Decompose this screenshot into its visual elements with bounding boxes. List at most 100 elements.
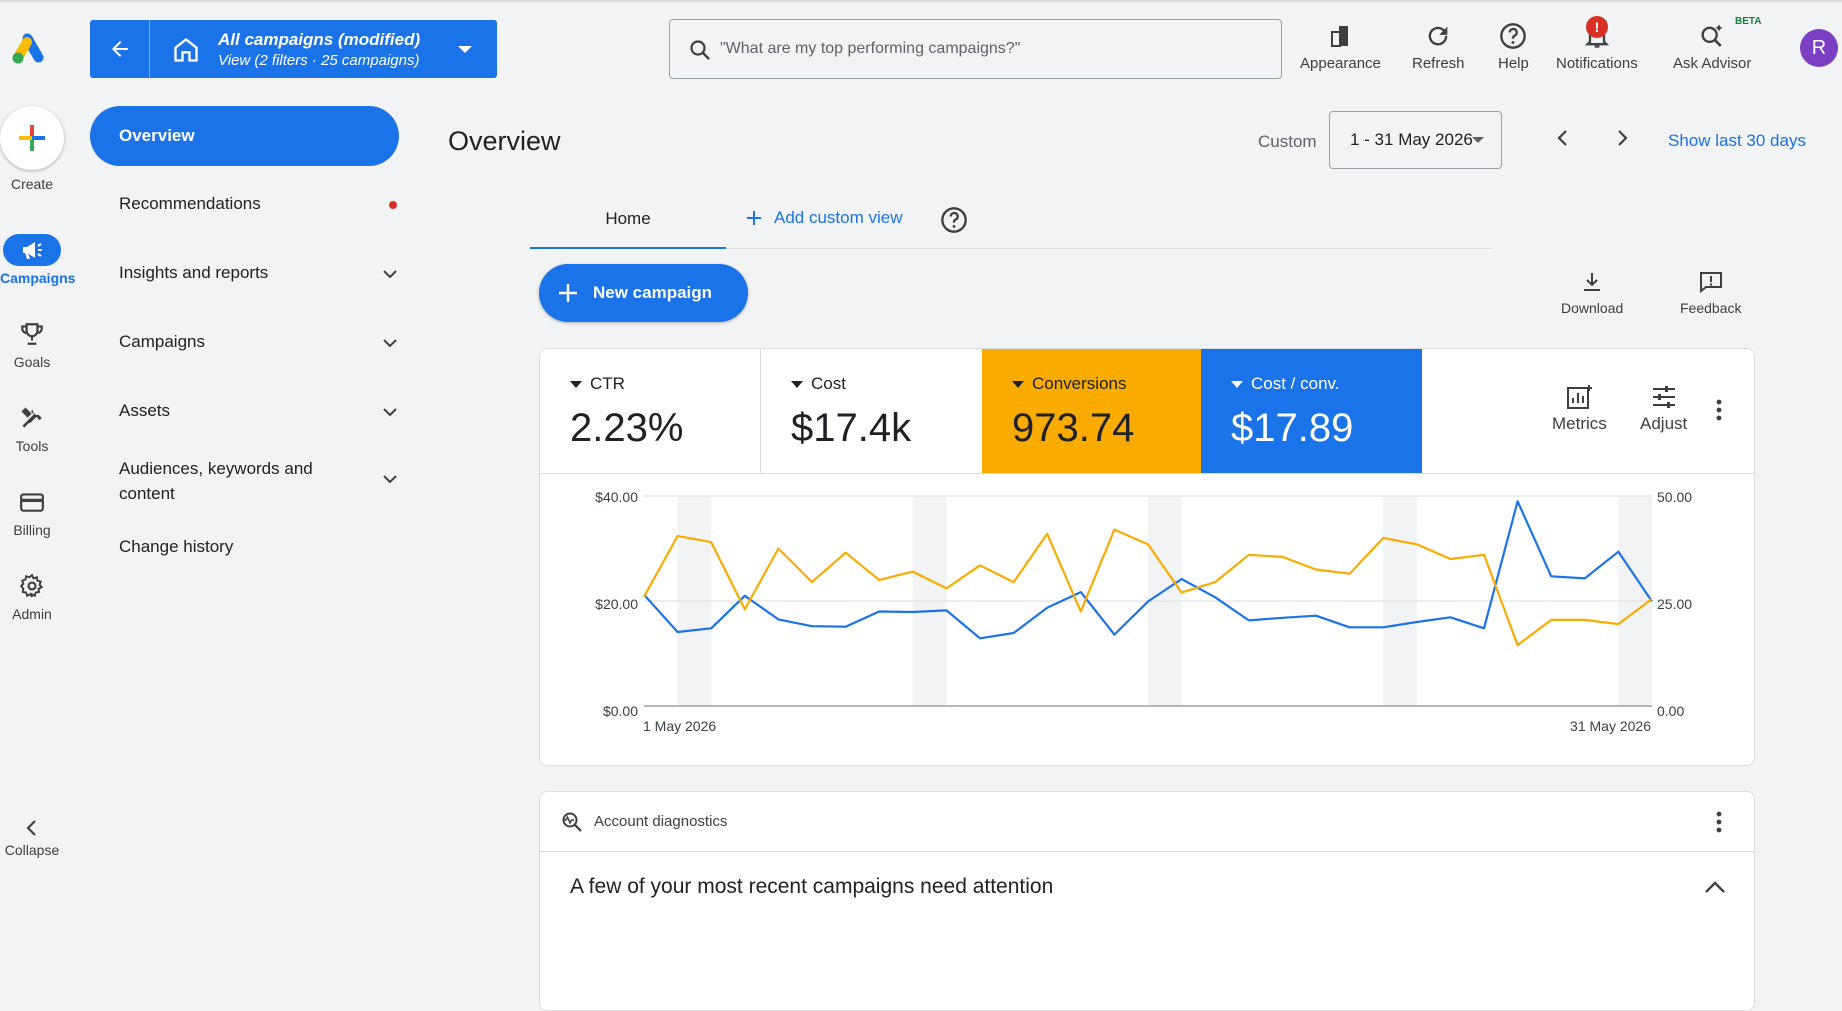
notifications-button[interactable]: ! Notifications <box>1556 16 1638 72</box>
feedback-label: Feedback <box>1680 300 1742 316</box>
add-custom-view-label: Add custom view <box>774 208 903 227</box>
metrics-button[interactable]: Metrics <box>1552 384 1607 434</box>
chevron-left-icon[interactable] <box>1553 128 1573 148</box>
nav-item-audiences[interactable]: Audiences, keywords and content <box>119 456 399 506</box>
advisor-icon <box>1701 24 1723 47</box>
x-tick-start: 1 May 2026 <box>643 718 716 734</box>
billing-icon <box>20 493 44 512</box>
ask-advisor-button[interactable]: BETA Ask Advisor <box>1673 16 1761 72</box>
download-icon <box>1584 273 1601 291</box>
nav-label: Assets <box>119 401 171 420</box>
chevron-down-icon <box>383 408 397 417</box>
account-subtitle: View (2 filters · 25 campaigns) <box>218 52 420 69</box>
collapse-button[interactable]: Collapse <box>0 818 64 858</box>
nav-item-recommendations[interactable]: Recommendations <box>119 194 399 214</box>
diagnostics-icon <box>562 812 582 832</box>
nav-item-insights[interactable]: Insights and reports <box>119 263 399 283</box>
chevron-up-icon[interactable] <box>1704 880 1726 894</box>
diagnostics-header[interactable]: Account diagnostics <box>540 792 1754 852</box>
show-last-30-days-link[interactable]: Show last 30 days <box>1668 131 1806 151</box>
tools-icon <box>21 407 42 428</box>
nav-item-campaigns[interactable]: Campaigns <box>119 332 399 352</box>
notifications-label: Notifications <box>1556 55 1638 72</box>
nav-item-change-history[interactable]: Change history <box>119 537 399 557</box>
tune-icon <box>1652 386 1675 408</box>
megaphone-icon <box>23 242 42 259</box>
metrics-label: Metrics <box>1552 414 1607 433</box>
beta-tag: BETA <box>1735 16 1762 27</box>
more-vert-icon[interactable] <box>1716 811 1722 833</box>
metric-label: Conversions <box>1032 374 1127 393</box>
appearance-button[interactable]: Appearance <box>1300 22 1381 72</box>
chevron-down-icon[interactable] <box>458 46 472 53</box>
more-vert-icon[interactable] <box>1716 399 1722 421</box>
nav-label: Campaigns <box>119 332 205 351</box>
add-custom-view-button[interactable]: Add custom view <box>746 208 903 228</box>
rail-item-admin[interactable]: Admin <box>0 570 64 622</box>
account-selector[interactable]: All campaigns (modified) View (2 filters… <box>90 20 497 78</box>
search-box[interactable] <box>669 19 1282 79</box>
metric-label: Cost <box>811 374 846 393</box>
metrics-icon <box>1567 385 1593 409</box>
ask-advisor-label: Ask Advisor <box>1673 55 1752 72</box>
chevron-left-icon <box>26 820 36 836</box>
metric-tile-cost[interactable]: Cost $17.4k <box>761 349 982 473</box>
create-label: Create <box>10 176 54 192</box>
nav-label: Recommendations <box>119 194 261 213</box>
arrow-back-icon <box>111 41 128 57</box>
rail-label-tools: Tools <box>15 438 49 454</box>
trophy-icon <box>21 323 43 345</box>
rail-item-billing[interactable]: Billing <box>0 486 64 538</box>
rail-item-tools[interactable]: Tools <box>0 402 64 454</box>
rail-item-goals[interactable]: Goals <box>0 318 64 370</box>
metric-tile-ctr[interactable]: CTR 2.23% <box>540 349 761 473</box>
feedback-button[interactable]: Feedback <box>1680 270 1741 316</box>
collapse-label: Collapse <box>4 842 60 858</box>
nav-label: Change history <box>119 537 234 556</box>
new-campaign-label: New campaign <box>593 283 713 302</box>
view-tabs: Home Add custom view <box>530 194 1492 249</box>
metric-value: $17.4k <box>791 406 912 450</box>
caret-down-icon <box>1472 137 1484 143</box>
feedback-icon <box>1699 272 1722 294</box>
search-icon <box>690 40 710 60</box>
download-button[interactable]: Download <box>1561 270 1623 316</box>
y-right-tick: 50.00 <box>1657 489 1692 505</box>
search-input[interactable] <box>720 34 1260 64</box>
diagnostics-title: Account diagnostics <box>594 813 728 830</box>
new-campaign-button[interactable]: New campaign <box>539 264 748 322</box>
help-icon[interactable] <box>940 206 968 234</box>
chevron-right-icon[interactable] <box>1612 128 1632 148</box>
nav-label: Insights and reports <box>119 263 269 282</box>
create-button[interactable]: Create <box>0 106 64 192</box>
adjust-button[interactable]: Adjust <box>1640 384 1687 434</box>
appearance-label: Appearance <box>1300 55 1381 72</box>
metric-tile-cost-per-conv[interactable]: Cost / conv. $17.89 <box>1201 349 1422 473</box>
plus-icon <box>19 125 45 151</box>
nav-item-assets[interactable]: Assets <box>119 401 399 421</box>
rail-label-campaigns: Campaigns <box>0 270 76 286</box>
top-bar: All campaigns (modified) View (2 filters… <box>0 0 1842 94</box>
x-tick-end: 31 May 2026 <box>1570 718 1651 734</box>
page-title: Overview <box>448 126 561 156</box>
metric-label: Cost / conv. <box>1251 374 1340 393</box>
y-left-tick: $0.00 <box>603 703 638 719</box>
rail-label-admin: Admin <box>12 606 52 622</box>
back-button[interactable] <box>90 20 150 78</box>
rail-item-campaigns[interactable]: Campaigns <box>0 234 75 286</box>
avatar[interactable]: R <box>1800 29 1838 67</box>
metric-value: 973.74 <box>1012 406 1135 450</box>
performance-chart: $40.00 $20.00 $0.00 50.00 25.00 0.00 1 M… <box>595 489 1692 734</box>
metric-tile-conversions[interactable]: Conversions 973.74 <box>982 349 1201 473</box>
caret-down-icon <box>570 380 582 388</box>
refresh-button[interactable]: Refresh <box>1412 22 1465 72</box>
nav-item-overview[interactable]: Overview <box>90 106 399 166</box>
tab-home[interactable]: Home <box>530 194 726 249</box>
date-range-selector[interactable]: 1 - 31 May 2026 <box>1329 111 1502 169</box>
y-right-tick: 0.00 <box>1657 703 1684 719</box>
y-left-tick: $40.00 <box>595 489 638 505</box>
help-button[interactable]: Help <box>1498 22 1529 72</box>
chevron-down-icon <box>383 339 397 348</box>
google-ads-logo[interactable] <box>10 30 50 66</box>
nav-label: Audiences, keywords and content <box>119 459 313 503</box>
